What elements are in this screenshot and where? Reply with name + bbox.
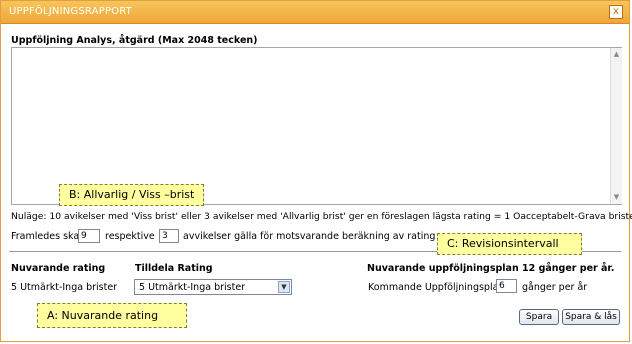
close-icon[interactable]: x xyxy=(609,5,623,19)
dialog-title: UPPFÖLJNINGSRAPPORT xyxy=(9,6,132,17)
status-text: Nuläge: 10 avikelser med 'Viss brist' el… xyxy=(11,211,632,222)
title-bar: UPPFÖLJNINGSRAPPORT x xyxy=(1,1,629,24)
allvarlig-brist-threshold-input[interactable] xyxy=(159,229,179,243)
viss-brist-threshold-input[interactable] xyxy=(78,229,100,243)
save-lock-button[interactable]: Spara & lås xyxy=(562,309,620,325)
save-button[interactable]: Spara xyxy=(519,309,559,325)
callout-a: A: Nuvarande rating xyxy=(37,303,187,328)
callout-b: B: Allvarlig / Viss –brist xyxy=(59,184,204,206)
current-plan-text: Nuvarande uppföljningsplan 12 gånger per… xyxy=(367,263,615,274)
analysis-label: Uppföljning Analys, åtgärd (Max 2048 tec… xyxy=(11,35,258,46)
upcoming-plan-prefix: Kommande Uppföljningsplan xyxy=(368,282,505,293)
upcoming-plan-input[interactable] xyxy=(496,279,517,293)
framledes-prefix: Framledes ska xyxy=(11,231,80,242)
framledes-middle: respektive xyxy=(105,231,155,242)
assign-rating-label: Tilldela Rating xyxy=(135,263,213,274)
scroll-up-icon[interactable]: ▲ xyxy=(612,50,621,59)
scroll-down-icon[interactable]: ▼ xyxy=(612,193,621,202)
report-dialog: UPPFÖLJNINGSRAPPORT x Uppföljning Analys… xyxy=(0,0,632,342)
framledes-suffix: avvikelser gälla för motsvarande beräkni… xyxy=(183,231,436,242)
upcoming-plan-suffix: gånger per år xyxy=(522,282,588,293)
analysis-textarea[interactable] xyxy=(11,47,622,205)
current-rating-label: Nuvarande rating xyxy=(11,263,106,274)
callout-c: C: Revisionsintervall xyxy=(437,233,582,255)
current-rating-value: 5 Utmärkt-Inga brister xyxy=(11,282,118,293)
textarea-scrollbar[interactable]: ▲ ▼ xyxy=(610,48,622,204)
assign-rating-select[interactable]: 5 Utmärkt-Inga brister ▼ xyxy=(134,279,292,295)
assign-rating-selected: 5 Utmärkt-Inga brister xyxy=(139,282,246,293)
chevron-down-icon[interactable]: ▼ xyxy=(278,281,290,293)
